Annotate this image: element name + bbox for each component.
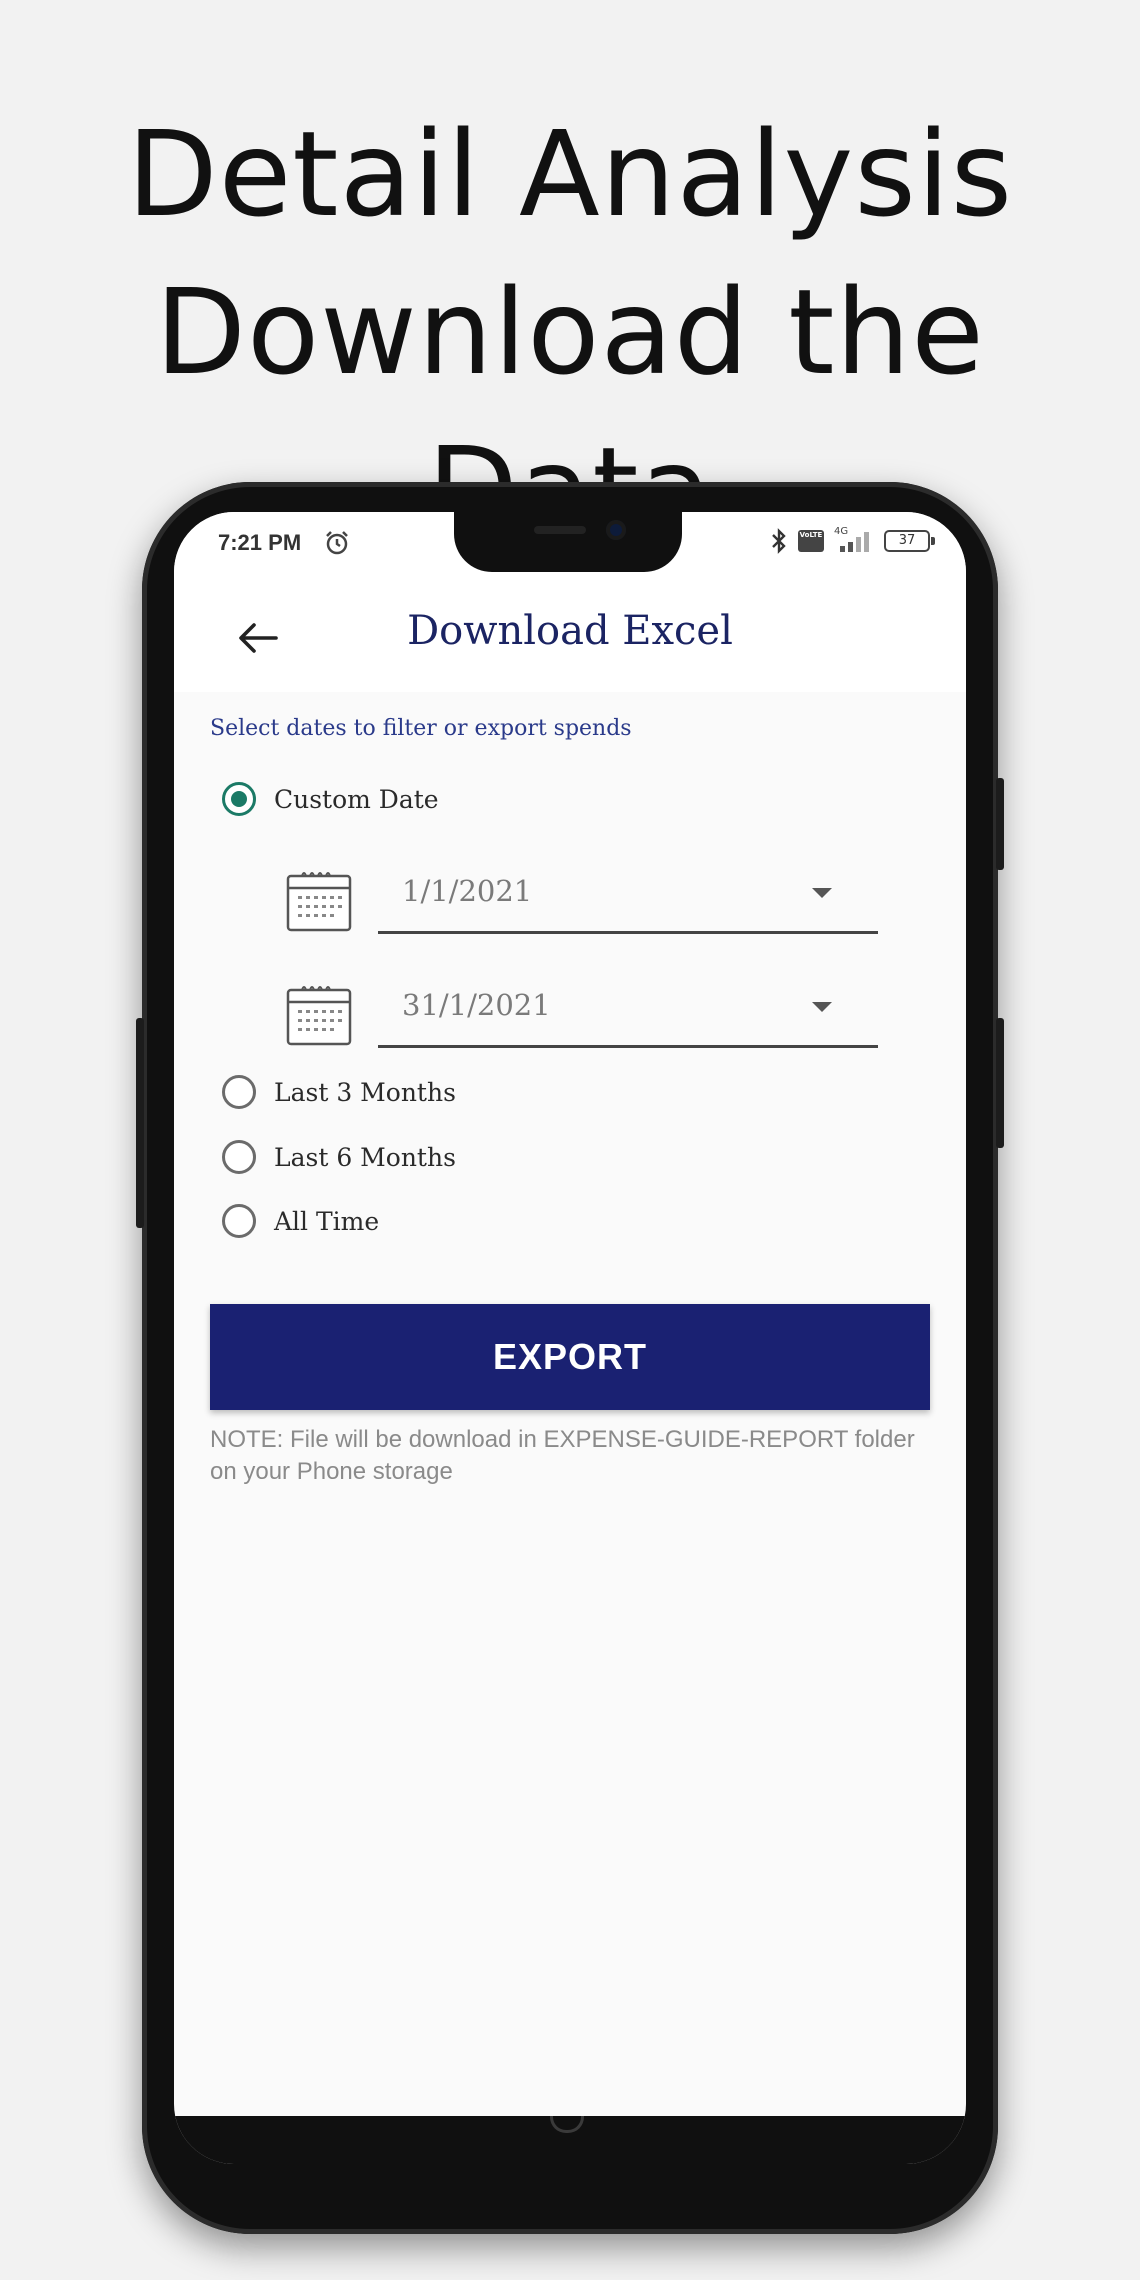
phone-screen: 7:21 PM VoLTE 4G 37 Download Excel Selec… (174, 512, 966, 2164)
status-time: 7:21 PM (218, 530, 302, 555)
status-icons: VoLTE 4G 37 (770, 526, 935, 554)
radio-last-6-months[interactable] (222, 1140, 256, 1174)
to-date-row: 31/1/2021 (286, 974, 886, 1054)
option-last-6-months[interactable]: Last 6 Months (222, 1140, 456, 1174)
earpiece (534, 526, 586, 534)
option-label: Last 3 Months (274, 1077, 456, 1107)
volte-icon: VoLTE (798, 530, 824, 552)
volume-button (996, 1018, 1004, 1148)
alarm-icon (326, 531, 348, 555)
side-button-left (136, 1018, 144, 1228)
headline-line-1: Detail Analysis (126, 105, 1014, 243)
radio-last-3-months[interactable] (222, 1075, 256, 1109)
front-camera (606, 520, 626, 540)
radio-custom-date[interactable] (222, 782, 256, 816)
network-type: 4G (834, 526, 849, 537)
to-date-value: 31/1/2021 (402, 988, 551, 1022)
power-button (996, 778, 1004, 870)
dropdown-arrow-icon (812, 1002, 832, 1012)
camera-notch (454, 512, 682, 572)
option-label: All Time (274, 1206, 380, 1236)
option-custom-date[interactable]: Custom Date (222, 782, 439, 816)
option-all-time[interactable]: All Time (222, 1204, 379, 1238)
radio-all-time[interactable] (222, 1204, 256, 1238)
battery-level: 37 (898, 533, 916, 548)
page-title: Download Excel (407, 608, 733, 654)
from-date-field[interactable]: 1/1/2021 (378, 860, 878, 934)
calendar-icon (286, 986, 352, 1046)
export-button[interactable]: EXPORT (210, 1304, 930, 1410)
battery-icon: 37 (884, 530, 935, 552)
option-last-3-months[interactable]: Last 3 Months (222, 1075, 456, 1109)
dropdown-arrow-icon (812, 888, 832, 898)
home-nav-icon[interactable] (550, 2116, 584, 2133)
form-subtitle: Select dates to filter or export spends (210, 716, 632, 741)
from-date-row: 1/1/2021 (286, 860, 886, 940)
from-date-value: 1/1/2021 (402, 874, 533, 908)
app-bar: Download Excel (174, 580, 966, 692)
export-note: NOTE: File will be download in EXPENSE-G… (210, 1426, 915, 1485)
bluetooth-icon (772, 528, 786, 554)
option-label: Custom Date (274, 784, 439, 814)
navigation-bar (174, 2116, 966, 2164)
calendar-icon (286, 872, 352, 932)
signal-icon: 4G (834, 526, 874, 554)
option-label: Last 6 Months (274, 1142, 456, 1172)
to-date-field[interactable]: 31/1/2021 (378, 974, 878, 1048)
status-bar: 7:21 PM VoLTE 4G 37 (174, 512, 966, 580)
